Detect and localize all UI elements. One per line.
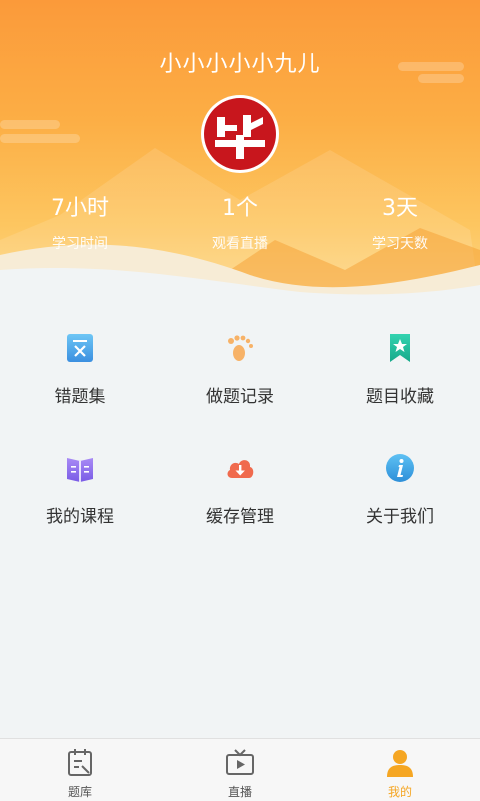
menu-item-label: 我的课程	[46, 507, 114, 527]
stat-value: 3天	[382, 196, 418, 221]
menu-item-cache-management[interactable]: 缓存管理	[160, 420, 320, 540]
avatar[interactable]	[201, 95, 279, 173]
tab-label: 题库	[67, 785, 92, 799]
tab-label: 我的	[387, 785, 412, 799]
cloud-download-icon	[227, 460, 254, 478]
footprint-icon	[228, 335, 253, 361]
username: 小小小小小九儿	[159, 52, 321, 77]
question-bank-icon	[68, 749, 92, 776]
tab-label: 直播	[227, 785, 252, 799]
menu-item-favorites[interactable]: 题目收藏	[320, 300, 480, 420]
stat-label: 学习天数	[372, 236, 428, 252]
menu-item-practice-record[interactable]: 做题记录	[160, 300, 320, 420]
user-icon	[387, 750, 413, 777]
menu-item-my-courses[interactable]: 我的课程	[0, 420, 160, 540]
menu-item-label: 关于我们	[366, 507, 434, 527]
tab-live[interactable]: 直播	[160, 739, 320, 801]
tab-me[interactable]: 我的	[320, 739, 480, 801]
profile-header: 小小小小小九儿 7小时 学习时间 1个 观看直播 3天 学习天数	[0, 0, 480, 300]
tv-icon	[226, 749, 254, 775]
info-icon	[386, 454, 414, 482]
tab-question-bank[interactable]: 题库	[0, 739, 160, 801]
stat-label: 观看直播	[212, 236, 268, 252]
stat-study-time: 7小时 学习时间	[0, 195, 160, 253]
menu-item-about-us[interactable]: 关于我们	[320, 420, 480, 540]
stat-label: 学习时间	[52, 236, 108, 252]
menu-item-label: 题目收藏	[366, 387, 434, 407]
bottom-tab-bar: 题库 直播 我的	[0, 738, 480, 801]
menu-item-mistakes[interactable]: 错题集	[0, 300, 160, 420]
bookmark-icon	[390, 334, 410, 362]
menu-item-label: 缓存管理	[206, 507, 274, 527]
stat-live-watched: 1个 观看直播	[160, 195, 320, 253]
book-icon	[67, 458, 93, 482]
stat-study-days: 3天 学习天数	[320, 195, 480, 253]
stat-value: 1个	[222, 196, 258, 221]
avatar-logo-icon	[204, 98, 276, 170]
menu-item-label: 做题记录	[206, 387, 274, 407]
menu-item-label: 错题集	[54, 387, 106, 407]
mistakes-icon	[67, 334, 93, 362]
stat-value: 7小时	[51, 196, 109, 221]
